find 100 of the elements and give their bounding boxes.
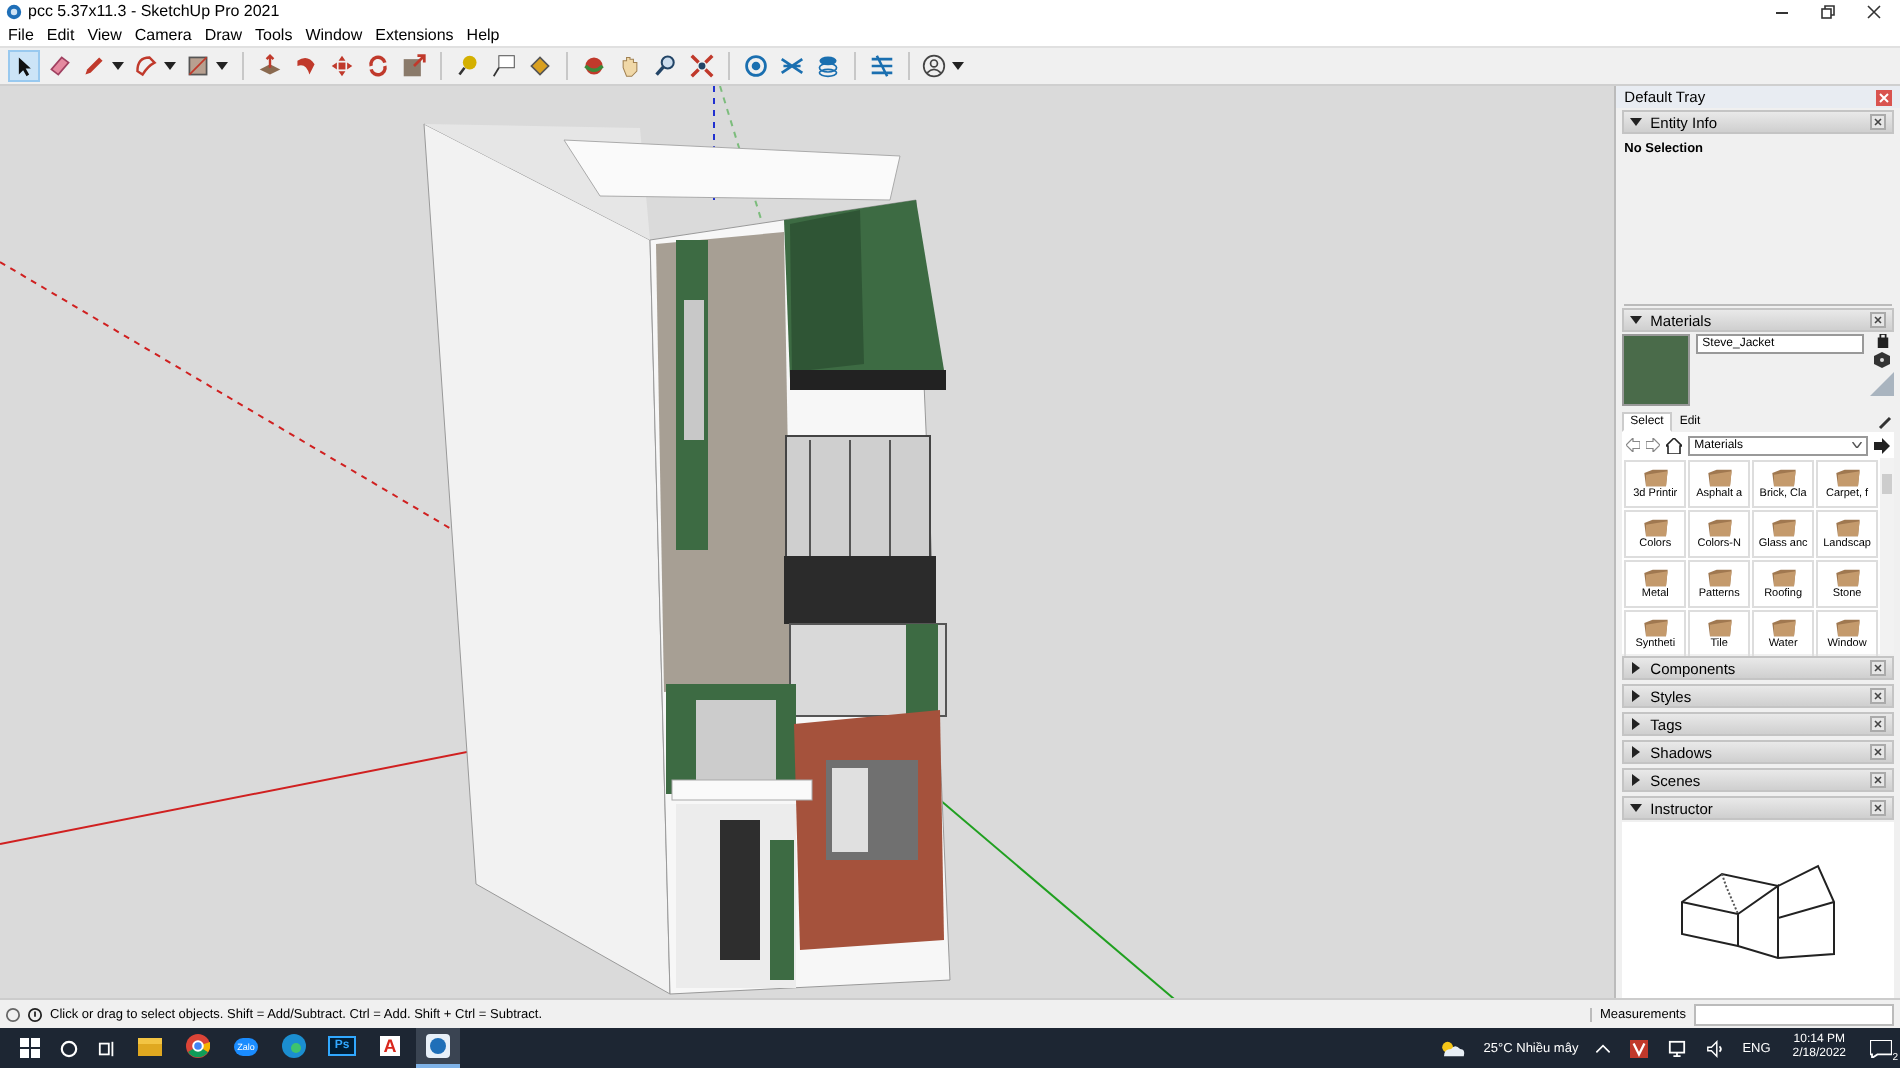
expanded-arrow-icon	[1630, 116, 1643, 128]
collapsed-arrow-icon	[1630, 774, 1643, 786]
hand-icon	[618, 54, 642, 78]
close-icon[interactable]	[1870, 312, 1886, 328]
expanded-arrow-icon	[1630, 802, 1643, 814]
caret-icon	[1852, 442, 1862, 448]
restore-icon[interactable]	[1820, 3, 1836, 19]
folder-icon	[1641, 618, 1670, 638]
follow-me-icon	[294, 54, 318, 78]
eyedropper-icon[interactable]	[1878, 414, 1894, 430]
cube-icon[interactable]	[1874, 352, 1890, 368]
text-label-icon	[492, 54, 516, 78]
windows-start-icon[interactable]	[20, 1038, 40, 1058]
folder-icon	[1705, 518, 1734, 538]
collapsed-arrow-icon	[1630, 746, 1643, 758]
arc-icon	[134, 54, 158, 78]
tape-measure-icon	[456, 54, 480, 78]
menu-item[interactable]: Draw	[204, 25, 243, 43]
window-title: pcc 5.37x11.3 - SketchUp Pro 2021	[28, 2, 280, 20]
app-logo-icon	[6, 3, 22, 19]
tool-button[interactable]	[132, 50, 180, 82]
zoom-icon	[654, 54, 678, 78]
folder-icon	[1769, 468, 1798, 488]
speaker-icon[interactable]	[1706, 1039, 1725, 1057]
app-logo-icon	[426, 1034, 450, 1058]
menu-item[interactable]: Help	[466, 25, 500, 43]
menu-item[interactable]: File	[8, 25, 34, 43]
layers-icon	[780, 54, 804, 78]
forward-arrow-icon[interactable]	[1646, 438, 1661, 452]
menu-item[interactable]: Tools	[255, 25, 293, 43]
menu-item[interactable]: Edit	[46, 25, 75, 43]
orbit-icon	[582, 54, 606, 78]
search-icon[interactable]	[60, 1039, 78, 1057]
pencil-icon	[82, 54, 106, 78]
stack-icon	[816, 54, 840, 78]
caret-icon	[952, 62, 964, 70]
caret-icon	[112, 62, 124, 70]
collapsed-arrow-icon	[1630, 662, 1643, 674]
close-icon[interactable]	[1870, 800, 1886, 816]
back-arrow-icon[interactable]	[1626, 438, 1641, 452]
rotate-icon	[366, 54, 390, 78]
menu-item[interactable]: Window	[305, 25, 363, 43]
menu-item[interactable]: View	[87, 25, 122, 43]
folder-icon	[1705, 568, 1734, 588]
paint-bucket-icon	[528, 54, 552, 78]
network-icon[interactable]	[1668, 1039, 1687, 1057]
scale-icon	[402, 54, 426, 78]
caret-icon	[164, 62, 176, 70]
task-view-icon[interactable]	[98, 1039, 116, 1057]
folder-icon	[1641, 568, 1670, 588]
folder-icon	[1833, 518, 1862, 538]
folder-icon	[1641, 468, 1670, 488]
close-icon[interactable]	[1870, 772, 1886, 788]
menu-item[interactable]: Camera	[134, 25, 192, 43]
app-label: A	[379, 1036, 401, 1056]
browser-icon	[186, 1034, 210, 1058]
expanded-arrow-icon	[1630, 314, 1643, 326]
user-icon	[922, 54, 946, 78]
close-icon[interactable]	[1866, 3, 1882, 19]
help-icon[interactable]	[6, 1007, 20, 1021]
scrollbar[interactable]	[1880, 458, 1894, 654]
home-icon[interactable]	[1666, 437, 1683, 453]
taskbar-app[interactable]: A	[368, 1028, 412, 1068]
box-icon[interactable]	[1875, 334, 1889, 348]
folder-icon	[1833, 618, 1862, 638]
folder-icon	[1705, 468, 1734, 488]
folder-icon	[1641, 518, 1670, 538]
zoom-extents-icon	[690, 54, 714, 78]
menu-item[interactable]: Extensions	[375, 25, 454, 43]
antivirus-icon[interactable]	[1630, 1039, 1649, 1057]
tool-button[interactable]	[686, 50, 718, 82]
taskbar-app[interactable]	[416, 1028, 460, 1068]
material-swatch	[1622, 334, 1691, 406]
details-arrow-icon[interactable]	[1874, 437, 1890, 453]
folder-icon	[1705, 618, 1734, 638]
folder-icon	[1833, 468, 1862, 488]
chat-icon	[1870, 1039, 1892, 1057]
rectangle-icon	[186, 54, 210, 78]
close-icon[interactable]	[1870, 716, 1886, 732]
folder-icon	[1769, 518, 1798, 538]
cloud-icon	[1439, 1039, 1466, 1057]
tool-button[interactable]	[920, 50, 968, 82]
move-icon	[330, 54, 354, 78]
push-pull-icon	[258, 54, 282, 78]
folder-icon	[1833, 568, 1862, 588]
close-icon[interactable]	[1870, 660, 1886, 676]
collapsed-arrow-icon	[1630, 718, 1643, 730]
folder-icon	[1769, 568, 1798, 588]
folder-icon	[1769, 618, 1798, 638]
info-icon[interactable]	[28, 1007, 42, 1021]
close-icon[interactable]	[1870, 114, 1886, 130]
tool-button[interactable]	[8, 50, 40, 82]
measurements-field[interactable]	[1694, 1003, 1894, 1025]
triangle-icon	[1870, 372, 1894, 396]
browser-icon	[282, 1034, 306, 1058]
chevron-up-icon[interactable]	[1596, 1043, 1611, 1053]
close-icon[interactable]	[1870, 744, 1886, 760]
globe-icon	[744, 54, 768, 78]
extension-icon	[870, 54, 894, 78]
close-icon[interactable]	[1870, 688, 1886, 704]
